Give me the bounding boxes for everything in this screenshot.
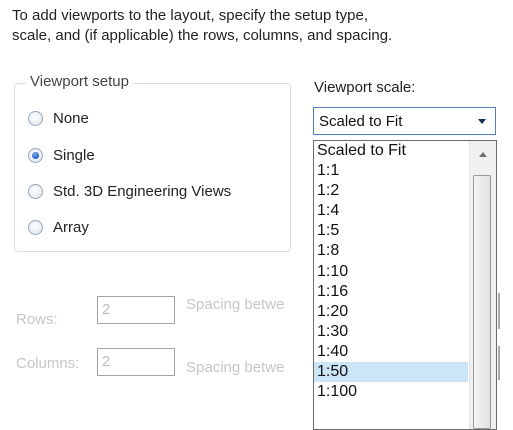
dropdown-option[interactable]: 1:4 — [314, 201, 468, 221]
scrollbar-thumb[interactable] — [473, 175, 491, 429]
dropdown-option[interactable]: 1:20 — [314, 302, 468, 322]
radio-single-indicator[interactable] — [28, 147, 43, 163]
dropdown-options: Scaled to Fit 1:1 1:2 1:4 1:5 1:8 1:10 1… — [314, 141, 468, 402]
columns-label: Columns: — [16, 355, 80, 372]
dropdown-option[interactable]: 1:8 — [314, 241, 468, 261]
rows-input[interactable]: 2 — [97, 296, 175, 324]
radio-none-indicator[interactable] — [28, 110, 43, 126]
dropdown-option[interactable]: 1:10 — [314, 262, 468, 282]
radio-none-label: None — [53, 109, 89, 127]
dropdown-option[interactable]: 1:1 — [314, 161, 468, 181]
radio-std-3d-engineering-views[interactable]: Std. 3D Engineering Views — [28, 179, 231, 203]
radio-std-3d-label: Std. 3D Engineering Views — [53, 182, 232, 200]
dropdown-option[interactable]: 1:40 — [314, 342, 468, 362]
dropdown-scrollbar[interactable] — [469, 141, 496, 429]
spacing-between-columns-label: Spacing betwe — [186, 359, 285, 376]
spacing-between-rows-label: Spacing betwe — [186, 296, 285, 313]
radio-array[interactable]: Array — [28, 215, 89, 239]
dropdown-option[interactable]: 1:5 — [314, 221, 468, 241]
radio-none[interactable]: None — [28, 106, 89, 130]
radio-single-label: Single — [53, 146, 95, 164]
chevron-up-icon — [479, 151, 487, 157]
viewport-scale-label: Viewport scale: — [314, 79, 416, 96]
instructions-line-1: To add viewports to the layout, specify … — [12, 7, 369, 24]
hidden-spacing-field-edge — [498, 346, 500, 380]
viewport-setup-title: Viewport setup — [26, 73, 133, 90]
columns-input[interactable]: 2 — [97, 348, 175, 376]
dropdown-option-highlighted[interactable]: 1:50 — [314, 362, 468, 383]
rows-label: Rows: — [16, 311, 58, 328]
viewport-scale-combobox[interactable]: Scaled to Fit — [313, 107, 496, 135]
viewport-scale-dropdown-list[interactable]: Scaled to Fit 1:1 1:2 1:4 1:5 1:8 1:10 1… — [313, 140, 497, 430]
chevron-down-icon[interactable] — [478, 118, 486, 124]
instructions-line-2: scale, and (if applicable) the rows, col… — [12, 27, 393, 44]
dropdown-option[interactable]: 1:16 — [314, 282, 468, 302]
dropdown-option[interactable]: Scaled to Fit — [314, 141, 468, 161]
radio-array-indicator[interactable] — [28, 219, 43, 235]
radio-array-label: Array — [53, 218, 89, 236]
dropdown-option[interactable]: 1:2 — [314, 181, 468, 201]
hidden-spacing-field-edge — [498, 293, 500, 329]
scroll-up-button[interactable] — [470, 141, 496, 167]
viewport-scale-selected-value: Scaled to Fit — [319, 112, 403, 130]
radio-std-3d-indicator[interactable] — [28, 183, 43, 199]
radio-single[interactable]: Single — [28, 143, 95, 167]
instructions-text: To add viewports to the layout, specify … — [12, 6, 507, 46]
dropdown-option[interactable]: 1:30 — [314, 322, 468, 342]
dropdown-option[interactable]: 1:100 — [314, 382, 468, 402]
